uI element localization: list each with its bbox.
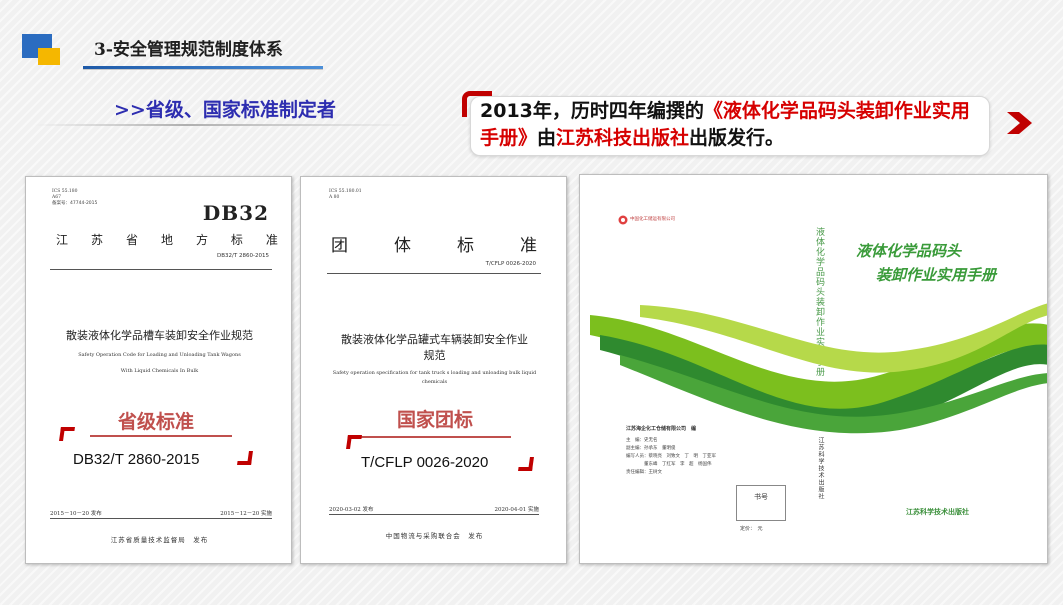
book-isbn-box: 书号 (736, 485, 786, 521)
book-company: 中国化工储运有限公司 (630, 217, 675, 222)
doc1-date-row: 2015－10－20 发布 2015－12－20 实施 (50, 509, 272, 517)
book-meta-line: 主 编：史无名 (626, 438, 658, 443)
doc1-bracket-br (237, 451, 253, 465)
doc1-header-char: 标 (230, 233, 243, 247)
book-title-1: 液体化学品码头 (856, 242, 962, 260)
callout-part1: 2013年，历时四年编撰的 (480, 100, 704, 122)
company-logo-icon (618, 215, 628, 225)
logo-yellow-square (38, 48, 60, 65)
doc1-header-char: 苏 (90, 233, 103, 247)
doc2-header-char: 体 (394, 236, 411, 256)
doc1-footer-rule (50, 518, 272, 519)
document-provincial-standard: ICS 55.180 A67 备案号：47744-2015 DB32 江 苏 省… (25, 176, 292, 564)
chevron-right-icon[interactable] (1005, 110, 1035, 136)
doc2-release-date: 2020-03-02 发布 (329, 507, 374, 513)
doc2-code: T/CFLP 0026-2020 (485, 261, 536, 267)
doc1-release-date: 2015－10－20 发布 (50, 511, 102, 517)
doc2-header-char: 团 (331, 236, 348, 256)
doc1-title-en-2: With Liquid Chemicals In Bulk (120, 368, 199, 374)
book-stamp-label: 书号 (754, 493, 768, 501)
document-group-standard: ICS 55.180.01 A 80 团 体 标 准 T/CFLP 0026-2… (300, 176, 567, 564)
doc1-tag-label: 省级标准 (117, 411, 194, 433)
doc1-header-char: 方 (195, 233, 208, 247)
doc2-issuer: 中国物流与采购联合会 发布 (385, 532, 484, 540)
callout-part2: 由 (537, 127, 557, 149)
doc2-header-row: 团 体 标 准 (331, 231, 537, 256)
book-publisher: 江苏科学技术出版社 (906, 508, 969, 516)
doc2-header-rule (327, 273, 541, 274)
doc2-title-en-1: Safety operation specification for tank … (332, 370, 537, 376)
book-price: 定价： 元 (740, 526, 763, 532)
doc1-tag-line (90, 435, 232, 437)
doc2-bracket-br (518, 457, 534, 471)
title-underline-shadow (83, 69, 323, 70)
doc1-header-char: 省 (125, 233, 138, 247)
callout-publisher: 江苏科技出版社 (556, 127, 690, 149)
book-meta: 主 编：史无名 副主编：孙承东 董明俊 编写人员：蔡晓亮 刘致文 丁 明 丁亚军… (626, 437, 716, 477)
callout-part3: 出版发行。 (689, 127, 785, 149)
book-meta-line: 副主编：孙承东 董明俊 (626, 446, 676, 451)
doc1-bracket-tl (59, 427, 75, 441)
doc1-title: 散装液体化学品槽车装卸安全作业规范 (66, 329, 253, 342)
doc1-impl-date: 2015－12－20 实施 (220, 511, 272, 517)
subtitle-divider (34, 124, 414, 126)
book-editor: 江苏海企化工仓储有限公司 编 (626, 426, 697, 432)
doc2-ccs: A 80 (329, 195, 340, 200)
doc1-record: 备案号：47744-2015 (52, 201, 98, 206)
doc2-date-row: 2020-03-02 发布 2020-04-01 实施 (329, 505, 539, 513)
doc1-tag-code: DB32/T 2860-2015 (73, 451, 200, 468)
doc2-tag-line (361, 436, 511, 438)
doc1-header-char: 江 (56, 233, 69, 247)
doc1-header-row: 江 苏 省 地 方 标 准 (56, 231, 278, 248)
book-meta-line: 编写人员：蔡晓亮 刘致文 丁 明 丁亚军 (626, 454, 716, 459)
doc2-footer-rule (329, 514, 539, 515)
doc2-impl-date: 2020-04-01 实施 (494, 507, 539, 513)
book-spine-publisher: 江苏科学技术出版社 (817, 437, 824, 500)
doc2-tag-code: T/CFLP 0026-2020 (361, 454, 489, 471)
doc2-title-2: 规范 (423, 349, 446, 362)
page-title: 3-安全管理规范制度体系 (94, 40, 283, 60)
doc2-header-char: 标 (457, 236, 474, 256)
book-title-2: 装卸作业实用手册 (876, 266, 997, 284)
doc2-title-1: 散装液体化学品罐式车辆装卸安全作业 (341, 333, 528, 346)
doc1-header-char: 准 (265, 233, 278, 247)
section-subtitle: >>省级、国家标准制定者 (114, 99, 336, 121)
doc2-bracket-tl (346, 435, 362, 449)
callout-text: 2013年，历时四年编撰的《液体化学品码头装卸作业实用手册》由江苏科技出版社出版… (480, 98, 980, 152)
doc1-title-en-1: Safety Operation Code for Loading and Un… (78, 352, 241, 358)
book-cover: 中国化工储运有限公司 液体化学品码头装卸作业实用手册 液体化学品码头 装卸作业实… (579, 174, 1048, 564)
doc1-header-rule (50, 269, 272, 270)
doc1-issuer: 江苏省质量技术监督局 发布 (110, 536, 209, 544)
book-meta-line: 责任编辑：王树文 (626, 470, 662, 475)
green-swoosh-graphic (590, 303, 1047, 434)
book-meta-line: 董东峰 丁红军 李 超 杨国伟 (626, 462, 712, 467)
doc1-code-big: DB32 (202, 201, 269, 225)
doc1-header-char: 地 (160, 233, 173, 247)
doc2-tag-label: 国家团标 (396, 409, 473, 431)
doc2-header-char: 准 (520, 236, 537, 256)
doc2-title-en-2: chemicals (421, 379, 448, 385)
doc1-code: DB32/T 2860-2015 (217, 253, 269, 259)
